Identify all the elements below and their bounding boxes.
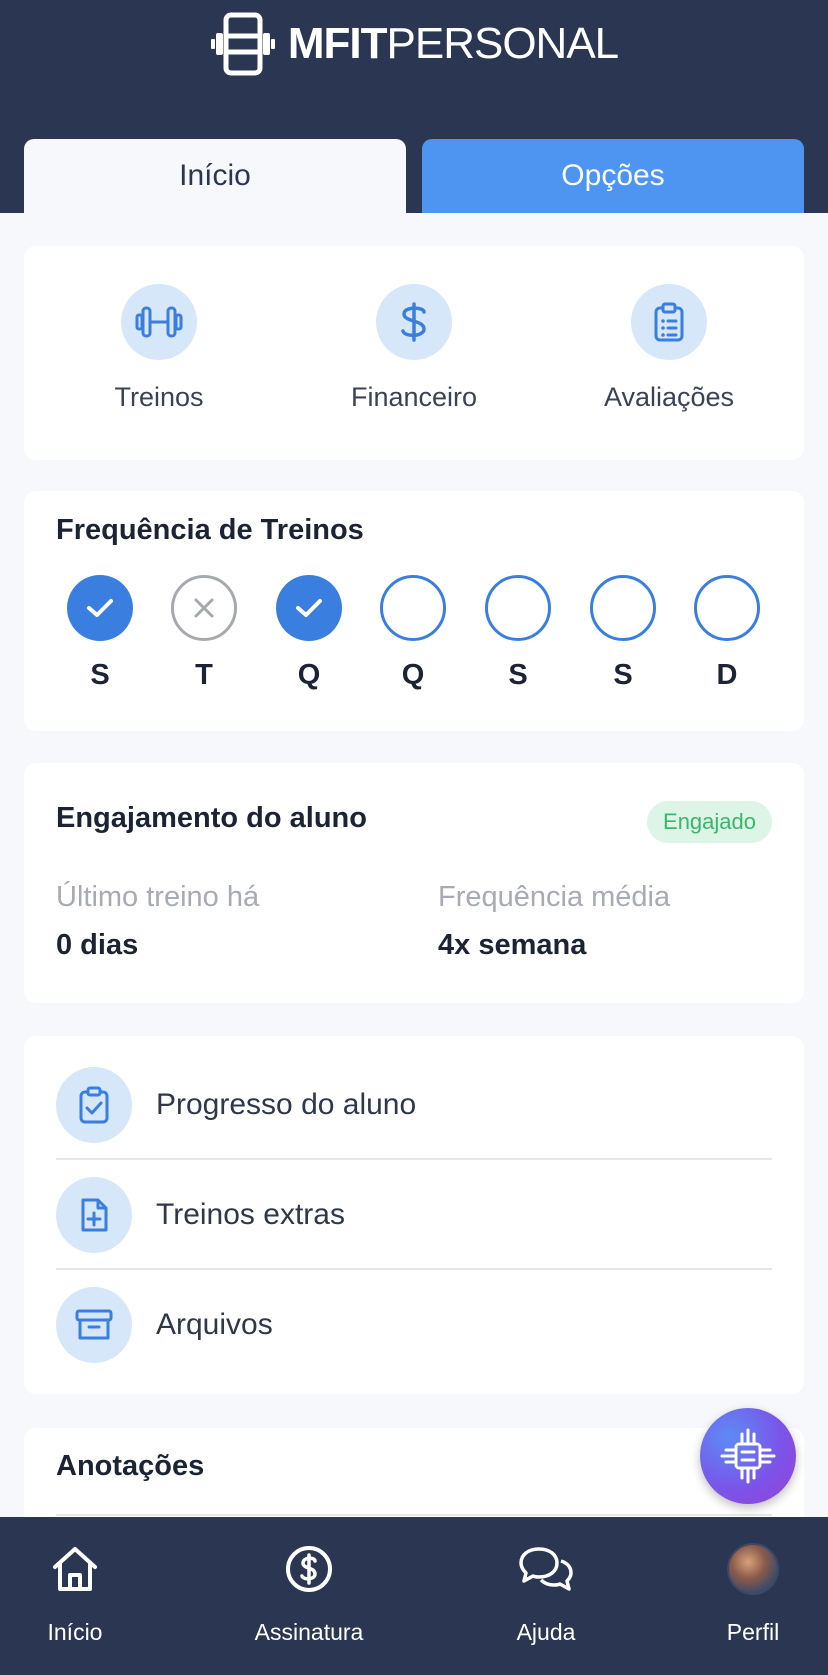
notes-title: Anotações xyxy=(56,1450,205,1482)
check-icon xyxy=(276,575,342,641)
engagement-title: Engajamento do aluno xyxy=(56,802,367,834)
day-item: T xyxy=(171,575,237,692)
dumbbell-icon xyxy=(121,284,197,360)
clipboard-check-icon xyxy=(56,1067,132,1143)
engagement-card: Engajamento do aluno Engajado Último tre… xyxy=(24,763,804,1003)
frequency-card: Frequência de Treinos S T Q Q S S D xyxy=(24,491,804,731)
day-item: D xyxy=(694,575,760,692)
file-plus-icon xyxy=(56,1177,132,1253)
bottom-navigation: Início Assinatura Ajuda Perfil xyxy=(0,1517,828,1675)
menu-item-arquivos[interactable]: Arquivos xyxy=(56,1270,772,1380)
app-header: MFIT PERSONAL Início Opções xyxy=(0,0,828,213)
archive-icon xyxy=(56,1287,132,1363)
shortcut-label: Financeiro xyxy=(350,382,478,412)
brand-logo: MFIT PERSONAL xyxy=(0,8,828,80)
day-item: S xyxy=(590,575,656,692)
day-item: S xyxy=(67,575,133,692)
status-badge: Engajado xyxy=(647,801,772,843)
empty-circle-icon xyxy=(694,575,760,641)
menu-card: Progresso do aluno Treinos extras Arquiv… xyxy=(24,1036,804,1394)
empty-circle-icon xyxy=(590,575,656,641)
day-item: Q xyxy=(380,575,446,692)
empty-circle-icon xyxy=(485,575,551,641)
day-letter: Q xyxy=(297,659,321,691)
brand-name-light: PERSONAL xyxy=(386,19,620,68)
brand-name-bold: MFIT xyxy=(287,19,388,68)
nav-ajuda[interactable]: Ajuda xyxy=(466,1541,626,1646)
x-icon xyxy=(171,575,237,641)
home-icon xyxy=(50,1541,100,1597)
day-letter: D xyxy=(716,659,738,691)
avg-frequency-value: 4x semana xyxy=(438,929,587,961)
circuit-brain-icon xyxy=(720,1428,776,1484)
shortcut-label: Treinos xyxy=(114,382,204,412)
nav-inicio[interactable]: Início xyxy=(0,1541,155,1646)
menu-item-treinos-extras[interactable]: Treinos extras xyxy=(56,1160,772,1270)
chat-icon xyxy=(517,1541,575,1597)
menu-item-progresso[interactable]: Progresso do aluno xyxy=(56,1050,772,1160)
menu-item-label: Progresso do aluno xyxy=(156,1088,417,1121)
logo-dumbbell-icon xyxy=(210,11,276,77)
ai-assistant-button[interactable] xyxy=(700,1408,796,1504)
day-letter: Q xyxy=(401,659,425,691)
clipboard-icon xyxy=(631,284,707,360)
shortcut-avaliacoes[interactable]: Avaliações xyxy=(569,284,769,413)
last-workout-value: 0 dias xyxy=(56,929,139,961)
nav-assinatura[interactable]: Assinatura xyxy=(229,1541,389,1646)
nav-label: Assinatura xyxy=(254,1619,364,1645)
nav-perfil[interactable]: Perfil xyxy=(673,1541,828,1646)
day-item: S xyxy=(485,575,551,692)
nav-label: Início xyxy=(47,1619,103,1645)
check-icon xyxy=(67,575,133,641)
day-letter: S xyxy=(613,659,633,691)
menu-item-label: Treinos extras xyxy=(156,1198,345,1231)
shortcut-label: Avaliações xyxy=(603,382,735,412)
day-item: Q xyxy=(276,575,342,692)
nav-label: Perfil xyxy=(726,1619,780,1645)
menu-item-label: Arquivos xyxy=(156,1308,273,1341)
tab-inicio[interactable]: Início xyxy=(24,139,406,213)
divider xyxy=(56,1514,772,1516)
day-letter: S xyxy=(508,659,528,691)
frequency-title: Frequência de Treinos xyxy=(56,514,364,546)
day-letter: T xyxy=(195,659,213,691)
tab-opcoes[interactable]: Opções xyxy=(422,139,804,213)
avatar xyxy=(727,1543,779,1595)
shortcut-treinos[interactable]: Treinos xyxy=(59,284,259,413)
dollar-icon xyxy=(376,284,452,360)
empty-circle-icon xyxy=(380,575,446,641)
shortcuts-card: Treinos Financeiro Avaliações xyxy=(24,246,804,460)
day-letter: S xyxy=(90,659,110,691)
avg-frequency-label: Frequência média xyxy=(438,881,671,913)
last-workout-label: Último treino há xyxy=(56,881,260,913)
dollar-circle-icon xyxy=(284,1541,334,1597)
shortcut-financeiro[interactable]: Financeiro xyxy=(314,284,514,413)
nav-label: Ajuda xyxy=(516,1619,576,1645)
